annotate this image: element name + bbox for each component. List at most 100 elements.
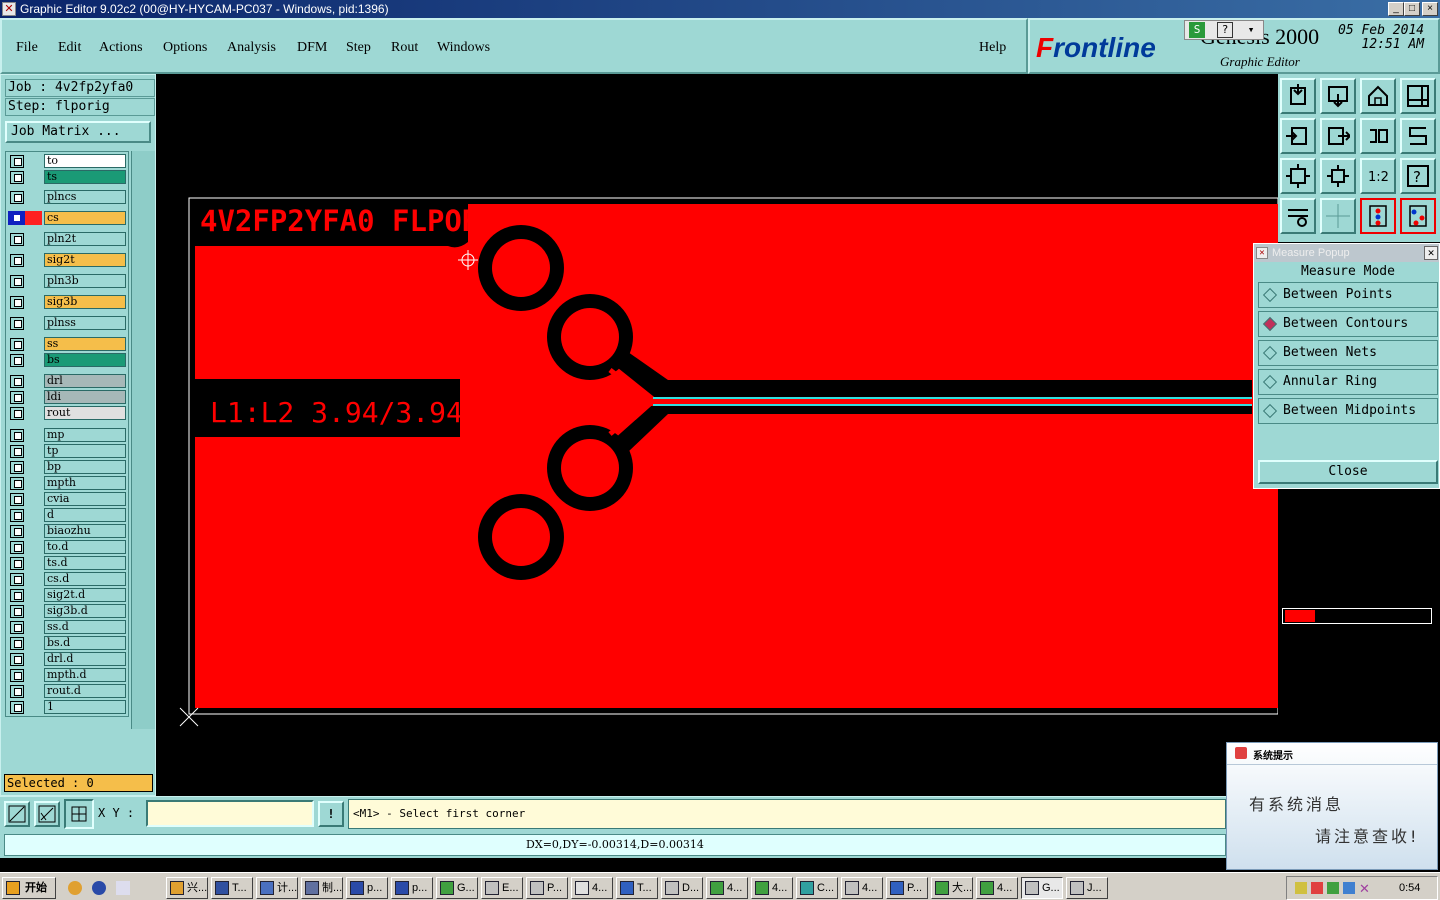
layer-checkbox[interactable]	[10, 155, 24, 168]
layer-name[interactable]: rout.d	[44, 684, 126, 698]
layer-name[interactable]: biaozhu	[44, 524, 126, 538]
layer-checkbox[interactable]	[10, 275, 24, 288]
layer-checkbox[interactable]	[10, 191, 24, 204]
pan-right-icon[interactable]	[1320, 118, 1356, 154]
option-annular-ring[interactable]: Annular Ring	[1258, 369, 1438, 395]
layer-checkbox[interactable]	[10, 669, 24, 682]
tray-network-icon[interactable]	[1327, 882, 1339, 894]
layer-name[interactable]: 1	[44, 700, 126, 714]
layer-row-cs[interactable]: cs	[8, 211, 128, 225]
layer-row-d[interactable]: d	[8, 508, 128, 522]
measure-edit-icon[interactable]	[34, 801, 60, 827]
layer-row-rout-d[interactable]: rout.d	[8, 684, 128, 698]
task-button[interactable]: C...	[796, 877, 838, 899]
help-query-icon[interactable]: ?	[1400, 158, 1436, 194]
option-between-contours[interactable]: Between Contours	[1258, 311, 1438, 337]
tray-app-icon[interactable]	[1311, 882, 1323, 894]
option-between-midpoints[interactable]: Between Midpoints	[1258, 398, 1438, 424]
layer-checkbox[interactable]	[10, 621, 24, 634]
net-icon[interactable]	[1400, 198, 1436, 234]
layer-name[interactable]: bs	[44, 353, 126, 367]
task-button[interactable]: 计...	[256, 877, 298, 899]
task-button[interactable]: 大...	[931, 877, 973, 899]
layer-row-mpth-d[interactable]: mpth.d	[8, 668, 128, 682]
job-matrix-button[interactable]: Job Matrix ...	[5, 121, 151, 143]
layer-row-biaozhu[interactable]: biaozhu	[8, 524, 128, 538]
popup-close-icon[interactable]: ✕	[1424, 246, 1438, 260]
layer-name[interactable]: mpth.d	[44, 668, 126, 682]
layer-row-ss[interactable]: ss	[8, 337, 128, 351]
layer-row-bs[interactable]: bs	[8, 353, 128, 367]
layer-name[interactable]: pln2t	[44, 232, 126, 246]
layer-name[interactable]: pln3b	[44, 274, 126, 288]
layer-name[interactable]: mpth	[44, 476, 126, 490]
layer-row-ldi[interactable]: ldi	[8, 390, 128, 404]
layer-checkbox[interactable]	[10, 233, 24, 246]
close-window-button[interactable]: ×	[1422, 2, 1438, 16]
layer-name[interactable]: to.d	[44, 540, 126, 554]
layer-name[interactable]: plncs	[44, 190, 126, 204]
task-button[interactable]: T...	[616, 877, 658, 899]
scale-1-2-icon[interactable]: 1:2	[1360, 158, 1396, 194]
layer-name[interactable]: ts.d	[44, 556, 126, 570]
layer-name[interactable]: to	[44, 154, 126, 168]
tray-x-icon[interactable]: ✕	[1359, 881, 1370, 897]
grid-snap-icon[interactable]	[64, 799, 94, 829]
menu-step[interactable]: Step	[346, 40, 371, 56]
maximize-button[interactable]: □	[1404, 2, 1420, 16]
layer-checkbox[interactable]	[10, 589, 24, 602]
minimize-button[interactable]: _	[1388, 2, 1404, 16]
menu-options[interactable]: Options	[163, 40, 207, 56]
layer-row-pln2t[interactable]: pln2t	[8, 232, 128, 246]
s-icon[interactable]: S	[1189, 22, 1205, 38]
layer-name[interactable]: drl	[44, 374, 126, 388]
menu-windows[interactable]: Windows	[437, 40, 490, 56]
task-button[interactable]: 4...	[706, 877, 748, 899]
start-button[interactable]: 开始	[2, 877, 56, 899]
layer-checkbox[interactable]	[10, 685, 24, 698]
help-icon[interactable]: ?	[1217, 22, 1233, 38]
zoom-in-icon[interactable]	[1320, 158, 1356, 194]
layer-name[interactable]: sig2t	[44, 253, 126, 267]
layer-row-tp[interactable]: tp	[8, 444, 128, 458]
layer-row-sig3b[interactable]: sig3b	[8, 295, 128, 309]
layer-row-sig2t[interactable]: sig2t	[8, 253, 128, 267]
layer-checkbox[interactable]	[10, 429, 24, 442]
layer-row-cs-d[interactable]: cs.d	[8, 572, 128, 586]
layer-row-1[interactable]: 1	[8, 700, 128, 714]
task-button[interactable]: 制...	[301, 877, 343, 899]
layer-row-drl-d[interactable]: drl.d	[8, 652, 128, 666]
task-button[interactable]: T...	[211, 877, 253, 899]
layer-row-to-d[interactable]: to.d	[8, 540, 128, 554]
close-button[interactable]: Close	[1258, 460, 1438, 484]
layer-row-to[interactable]: to	[8, 154, 128, 168]
zoom-home-icon[interactable]	[1280, 78, 1316, 114]
layer-checkbox[interactable]	[10, 354, 24, 367]
layer-checkbox[interactable]	[10, 445, 24, 458]
layer-row-mpth[interactable]: mpth	[8, 476, 128, 490]
menu-file[interactable]: File	[16, 40, 38, 56]
tray-pen-icon[interactable]	[1295, 882, 1307, 894]
layer-name[interactable]: bp	[44, 460, 126, 474]
layer-checkbox[interactable]	[10, 557, 24, 570]
layer-checkbox[interactable]	[10, 701, 24, 714]
layer-checkbox[interactable]	[10, 317, 24, 330]
zoom-back-icon[interactable]	[1360, 118, 1396, 154]
layer-checkbox[interactable]	[10, 509, 24, 522]
task-button[interactable]: 4...	[571, 877, 613, 899]
menu-actions[interactable]: Actions	[99, 40, 143, 56]
layer-checkbox[interactable]	[10, 637, 24, 650]
task-button[interactable]: P...	[526, 877, 568, 899]
menu-help[interactable]: Help	[979, 40, 1006, 56]
task-button[interactable]: P...	[886, 877, 928, 899]
layer-name[interactable]: rout	[44, 406, 126, 420]
layer-row-ss-d[interactable]: ss.d	[8, 620, 128, 634]
layer-row-drl[interactable]: drl	[8, 374, 128, 388]
layer-row-rout[interactable]: rout	[8, 406, 128, 420]
option-between-points[interactable]: Between Points	[1258, 282, 1438, 308]
layer-checkbox[interactable]	[10, 338, 24, 351]
zoom-out-icon[interactable]	[1280, 158, 1316, 194]
task-button[interactable]: 4...	[841, 877, 883, 899]
layer-row-ts[interactable]: ts	[8, 170, 128, 184]
layer-row-plncs[interactable]: plncs	[8, 190, 128, 204]
